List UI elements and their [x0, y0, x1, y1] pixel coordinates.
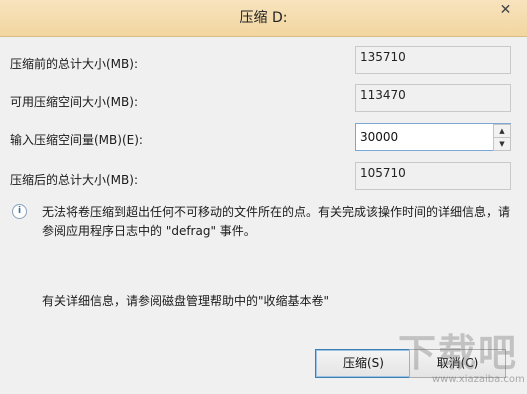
- total-before-value: 135710: [355, 46, 511, 74]
- total-after-label: 压缩后的总计大小(MB):: [10, 173, 138, 187]
- watermark-logo: 下载吧: [398, 331, 519, 375]
- chevron-up-icon: ▲: [499, 127, 505, 135]
- title-bar: 压缩 D: ✕: [0, 0, 527, 37]
- available-space-label: 可用压缩空间大小(MB):: [10, 95, 138, 109]
- spinner-down-button[interactable]: ▼: [493, 137, 511, 151]
- chevron-down-icon: ▼: [499, 140, 505, 148]
- spinner-up-button[interactable]: ▲: [493, 124, 511, 138]
- shrink-amount-input[interactable]: [356, 124, 492, 150]
- spinner-buttons: ▲ ▼: [493, 124, 511, 151]
- close-icon: ✕: [499, 2, 512, 18]
- available-space-value: 113470: [355, 84, 511, 112]
- shrink-amount-spinner: ▲ ▼: [355, 123, 511, 151]
- info-message: 无法将卷压缩到超出任何不可移动的文件所在的点。有关完成该操作时间的详细信息，请参…: [42, 205, 511, 238]
- total-after-value: 105710: [355, 162, 511, 190]
- watermark-url: www.xiazaiba.com: [432, 374, 525, 385]
- info-icon: i: [12, 204, 27, 219]
- help-link-text: 有关详细信息，请参阅磁盘管理帮助中的"收缩基本卷": [42, 294, 330, 308]
- total-before-label: 压缩前的总计大小(MB):: [10, 57, 138, 71]
- window-title: 压缩 D:: [239, 10, 288, 26]
- close-button[interactable]: ✕: [491, 1, 520, 21]
- shrink-amount-label: 输入压缩空间量(MB)(E):: [10, 133, 143, 147]
